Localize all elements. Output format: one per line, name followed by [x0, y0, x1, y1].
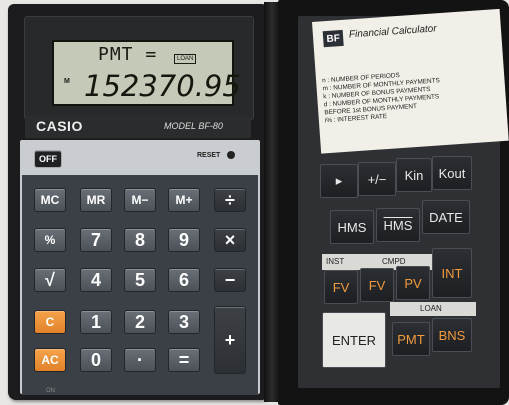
display-function: PMT =	[98, 44, 158, 65]
equals-button[interactable]: =	[168, 348, 200, 372]
loan-label: LOAN	[420, 304, 442, 313]
lcd-display: PMT = LOAN M 152370.95	[52, 40, 241, 106]
reset-label: RESET	[197, 152, 221, 159]
decimal-button[interactable]: ·	[124, 348, 156, 372]
fv-inst-key[interactable]: FV	[324, 270, 358, 304]
model-label: MODEL BF-80	[164, 121, 223, 131]
off-button[interactable]: OFF	[34, 150, 62, 168]
display-value: 152370.95	[84, 69, 241, 103]
plus-minus-key[interactable]: +/−	[358, 162, 396, 196]
on-label: ON	[46, 388, 55, 394]
pv-key[interactable]: PV	[396, 266, 430, 300]
arrow-key[interactable]: ▸	[320, 164, 358, 198]
inst-label: INST	[326, 257, 345, 266]
hms-key[interactable]: HMS	[330, 210, 374, 244]
kout-key[interactable]: Kout	[432, 156, 472, 190]
digit-5-button[interactable]: 5	[124, 268, 156, 292]
digit-8-button[interactable]: 8	[124, 228, 156, 252]
clear-button[interactable]: C	[34, 310, 66, 334]
digit-4-button[interactable]: 4	[80, 268, 112, 292]
memory-indicator: M	[64, 78, 70, 85]
digit-9-button[interactable]: 9	[168, 228, 200, 252]
bns-key[interactable]: BNS	[432, 318, 472, 352]
fv-cmpd-key[interactable]: FV	[360, 268, 394, 302]
date-key[interactable]: DATE	[422, 200, 470, 234]
plus-button[interactable]: +	[214, 306, 246, 374]
enter-key[interactable]: ENTER	[322, 312, 386, 368]
digit-2-button[interactable]: 2	[124, 310, 156, 334]
display-annunciator: LOAN	[174, 54, 197, 64]
hms-inverse-key[interactable]: HMS	[376, 208, 420, 242]
loan-strip: LOAN	[390, 302, 476, 316]
all-clear-button[interactable]: AC	[34, 348, 66, 372]
percent-button[interactable]: %	[34, 228, 66, 252]
m-minus-button[interactable]: M−	[124, 188, 156, 212]
minus-button[interactable]: −	[214, 268, 246, 292]
multiply-button[interactable]: ×	[214, 228, 246, 252]
reference-card: BF Financial Calculator n : NUMBER OF PE…	[312, 8, 509, 154]
m-plus-button[interactable]: M+	[168, 188, 200, 212]
divide-button[interactable]: ÷	[214, 188, 246, 212]
digit-7-button[interactable]: 7	[80, 228, 112, 252]
mc-button[interactable]: MC	[34, 188, 66, 212]
int-key[interactable]: INT	[432, 248, 472, 298]
sqrt-button[interactable]: √	[34, 268, 66, 292]
digit-0-button[interactable]: 0	[80, 348, 112, 372]
kin-key[interactable]: Kin	[396, 158, 432, 192]
cmpd-label: CMPD	[382, 257, 406, 266]
digit-3-button[interactable]: 3	[168, 310, 200, 334]
digit-1-button[interactable]: 1	[80, 310, 112, 334]
mr-button[interactable]: MR	[80, 188, 112, 212]
reset-button[interactable]	[227, 151, 235, 159]
digit-6-button[interactable]: 6	[168, 268, 200, 292]
reference-card-title: Financial Calculator	[348, 23, 437, 41]
bf-logo: BF	[322, 29, 344, 48]
brand-logo: CASIO	[36, 118, 83, 134]
pmt-key[interactable]: PMT	[392, 322, 430, 356]
